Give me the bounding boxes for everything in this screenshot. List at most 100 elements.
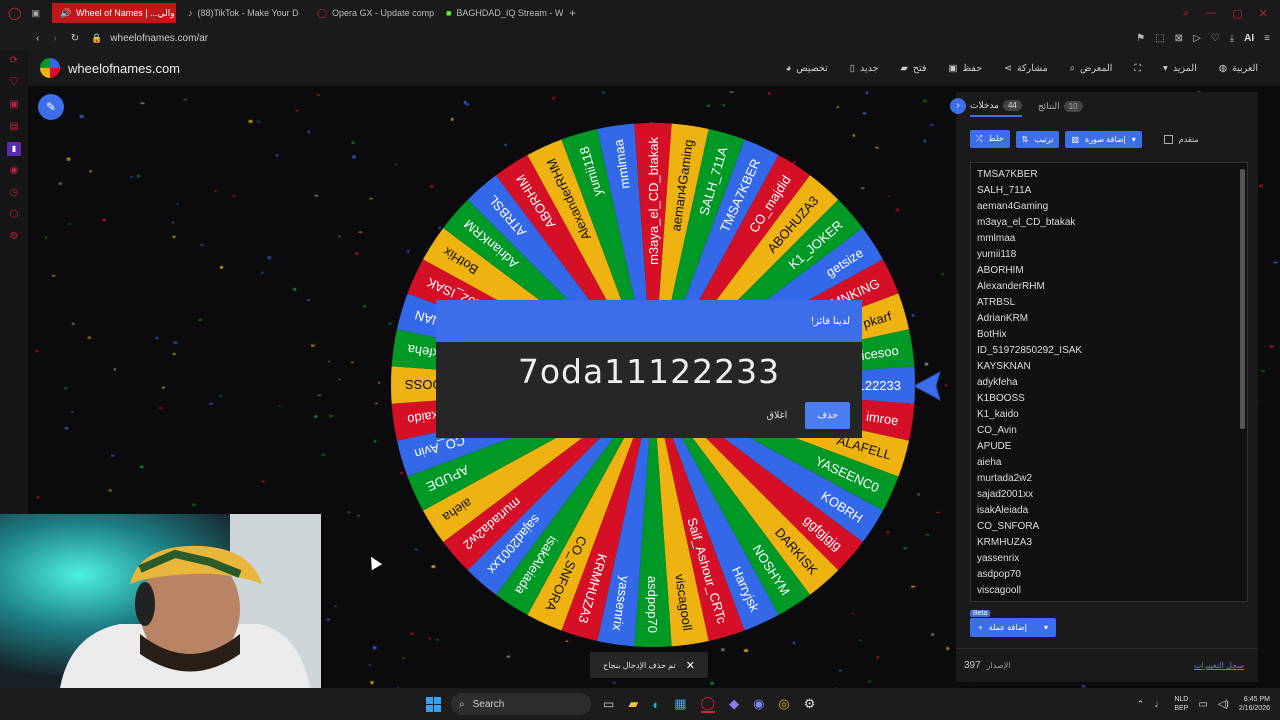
advanced-checkbox[interactable] bbox=[1163, 134, 1173, 144]
version-label: الإصدار bbox=[986, 661, 1011, 670]
edge-icon[interactable]: ◐ bbox=[652, 697, 660, 712]
entries-list: TMSA7KBER SALH_711A aeman4Gaming m3aya_el_C… bbox=[977, 167, 1241, 599]
tab-kick-stream[interactable]: ■ BAGHDAD_IQ Stream - Wa bbox=[438, 3, 563, 23]
bookmark-icon[interactable]: ⚑ bbox=[1136, 33, 1145, 44]
nav-gallery-button[interactable]: ⌕ المعرض bbox=[1070, 63, 1113, 74]
folder-icon: ▰ bbox=[900, 62, 908, 74]
tray-chevron-icon[interactable]: ⌃ bbox=[1137, 699, 1145, 710]
entry-line: yassenrix bbox=[977, 553, 1020, 564]
sidebar-bookmarks-icon[interactable]: ⬡ bbox=[0, 204, 28, 226]
microphone-icon[interactable]: ♩ bbox=[1154, 699, 1164, 710]
nav-more-button[interactable]: ▾ المزيد bbox=[1163, 63, 1197, 74]
url-field[interactable]: wheelofnames.com/ar bbox=[110, 33, 208, 44]
lock-icon: 🔒 bbox=[91, 32, 103, 43]
textarea-scrollbar[interactable] bbox=[1240, 169, 1245, 429]
chrome-icon[interactable]: ◎ bbox=[778, 696, 789, 712]
new-tab-button[interactable]: + bbox=[569, 6, 576, 20]
tab-wheel-of-names[interactable]: 🔊 Wheel of Names | ...والي bbox=[51, 3, 176, 23]
tab-tiktok[interactable]: ♪ (88)TikTok - Make Your D bbox=[180, 3, 305, 23]
wheel-slice-label: m3aya_el_CD_btakak bbox=[646, 137, 661, 265]
entry-line: sajad2001xx bbox=[977, 489, 1034, 500]
sidebar-player-icon[interactable]: ◉ bbox=[0, 160, 28, 182]
palette-icon: ◕ bbox=[785, 62, 792, 74]
nav-save-button[interactable]: ▣ حفظ bbox=[948, 63, 982, 74]
task-view-icon[interactable]: ▭ bbox=[603, 697, 614, 711]
minimize-button[interactable]: — bbox=[1205, 7, 1216, 20]
dialog-remove-button[interactable]: حذف bbox=[805, 402, 850, 429]
speaker-icon: 🔊 bbox=[59, 7, 72, 18]
ai-button[interactable]: AI bbox=[1244, 33, 1254, 44]
nav-fullscreen-button[interactable]: ⛶ bbox=[1134, 63, 1141, 74]
nav-new-button[interactable]: ▯ جديد bbox=[850, 63, 879, 74]
add-condition-button[interactable]: + إضافة عملة ▾ bbox=[970, 618, 1056, 637]
search-icon: ⌕ bbox=[459, 698, 465, 710]
vs-icon[interactable]: ◆ bbox=[729, 696, 739, 712]
clock[interactable]: 6:45 PM 2/16/2026 bbox=[1239, 695, 1270, 713]
nav-open-button[interactable]: ▰ فتح bbox=[901, 63, 927, 74]
entry-line: SALH_711A bbox=[977, 185, 1032, 196]
sidebar-twitch-icon[interactable]: ▮ bbox=[7, 142, 21, 156]
opera-logo-icon[interactable]: ◯ bbox=[8, 6, 21, 20]
add-image-button[interactable]: ▨ إضافة صورة ▾ bbox=[1065, 130, 1142, 148]
sidebar-gx-icon[interactable]: ⟳ bbox=[0, 50, 28, 72]
extensions-icon[interactable]: ⊠ bbox=[1175, 33, 1183, 44]
chevron-down-icon: ▾ bbox=[1043, 623, 1048, 632]
store-icon[interactable]: ▦ bbox=[674, 696, 686, 712]
nav-share-button[interactable]: ⋖ مشاركة bbox=[1004, 63, 1048, 74]
entry-line: adykfeha bbox=[977, 377, 1018, 388]
pencil-icon: ✎ bbox=[45, 100, 57, 114]
entries-textarea[interactable]: TMSA7KBER SALH_711A aeman4Gaming m3aya_el_C… bbox=[970, 162, 1248, 602]
toast-close-button[interactable]: ✕ bbox=[686, 659, 695, 672]
opera-icon: ◯ bbox=[316, 7, 328, 18]
language-indicator[interactable]: NLD BEP bbox=[1174, 695, 1188, 713]
forward-icon[interactable]: › bbox=[53, 33, 56, 44]
sidebar-history-icon[interactable]: ◷ bbox=[0, 182, 28, 204]
heart-icon[interactable]: ♡ bbox=[1211, 33, 1220, 44]
collapse-panel-button[interactable]: › bbox=[950, 98, 966, 114]
taskbar-search-box[interactable]: ⌕ Search bbox=[451, 693, 591, 715]
windows-start-icon[interactable] bbox=[426, 696, 441, 712]
shuffle-button[interactable]: ⤮ خلط bbox=[970, 130, 1010, 148]
menu-icon[interactable]: ≡ bbox=[1264, 33, 1270, 44]
share-icon: ⋖ bbox=[1004, 62, 1013, 74]
results-count-badge: 10 bbox=[1063, 100, 1083, 112]
settings-icon[interactable]: ⚙ bbox=[804, 696, 816, 712]
sort-button[interactable]: ⇅ ترتيب bbox=[1015, 130, 1060, 148]
search-icon: ⌕ bbox=[1069, 62, 1076, 74]
edit-pencil-button[interactable]: ✎ bbox=[38, 94, 64, 120]
kick-icon: ■ bbox=[445, 8, 452, 18]
toast-text: تم حذف الإدخال بنجاح bbox=[603, 660, 676, 670]
back-icon[interactable]: ‹ bbox=[36, 33, 39, 44]
tab-opera-update[interactable]: ◯ Opera GX - Update comp bbox=[309, 3, 434, 23]
sidebar-messenger-icon[interactable]: ▣ bbox=[0, 94, 28, 116]
site-title[interactable]: wheelofnames.com bbox=[68, 61, 180, 76]
sidebar-bag-icon[interactable]: ⛉ bbox=[0, 72, 28, 94]
globe-icon: ◍ bbox=[1218, 62, 1228, 74]
player-icon[interactable]: ▷ bbox=[1193, 33, 1201, 44]
snapshot-icon[interactable]: ⬚ bbox=[1155, 33, 1164, 44]
reload-icon[interactable]: ↻ bbox=[71, 33, 79, 44]
volume-icon[interactable]: ◁) bbox=[1218, 699, 1229, 710]
tab-results[interactable]: النتائج 10 bbox=[1038, 100, 1083, 112]
tab-entries[interactable]: مدخلات 44 bbox=[970, 96, 1022, 117]
entry-line: isakAleiada bbox=[977, 505, 1029, 516]
nav-customize-button[interactable]: ◕ تخصيص bbox=[786, 63, 828, 74]
changelog-link[interactable]: سجل التغييرات bbox=[1194, 661, 1244, 670]
nav-language-button[interactable]: ◍ العربية bbox=[1219, 63, 1258, 74]
dialog-close-button[interactable]: اغلاق bbox=[767, 410, 788, 421]
discord-icon[interactable]: ◉ bbox=[753, 696, 764, 712]
network-icon[interactable]: ▭ bbox=[1198, 699, 1207, 710]
tab-manager-icon[interactable]: ▣ bbox=[31, 8, 40, 19]
winner-name: 7oda11122233 bbox=[517, 352, 781, 391]
winner-dialog: لدينا فائز! 7oda11122233 اغلاق حذف bbox=[436, 300, 862, 438]
file-explorer-icon[interactable]: ▰ bbox=[628, 696, 638, 712]
close-window-button[interactable]: ✕ bbox=[1259, 7, 1268, 20]
search-tabs-icon[interactable]: ⌕ bbox=[1183, 7, 1189, 20]
sidebar-music-icon[interactable]: ▤ bbox=[0, 116, 28, 138]
maximize-button[interactable]: ▢ bbox=[1232, 7, 1242, 20]
sidebar-settings-icon[interactable]: ⚙ bbox=[0, 226, 28, 248]
chevron-down-icon: ▾ bbox=[1163, 62, 1168, 74]
download-icon[interactable]: ⤓ bbox=[1230, 33, 1234, 44]
entries-count-badge: 44 bbox=[1002, 99, 1022, 111]
opera-gx-icon[interactable]: ◯ bbox=[700, 695, 716, 713]
